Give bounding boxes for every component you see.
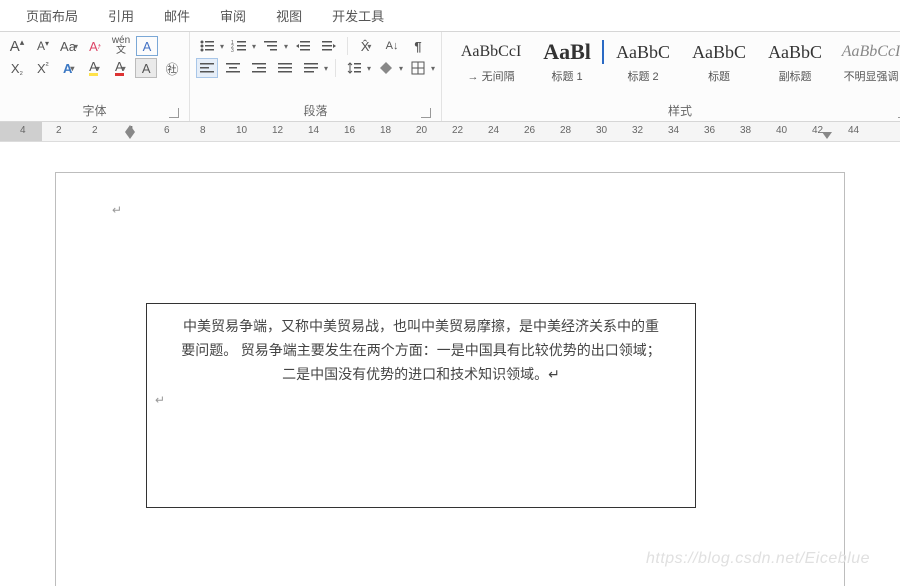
tab-view[interactable]: 视图 <box>274 4 304 27</box>
borders-dd[interactable]: ▾ <box>431 64 435 73</box>
pinyin-guide-button[interactable]: wén文 <box>110 36 132 56</box>
align-right-button[interactable] <box>248 58 270 78</box>
sort-button[interactable]: A↓ <box>381 36 403 56</box>
svg-text:3: 3 <box>231 48 234 53</box>
borders-button[interactable] <box>407 58 429 78</box>
shrink-font-button[interactable]: A▾ <box>32 36 54 56</box>
style-no-spacing[interactable]: AaBbCcI → 无间隔 <box>456 40 526 84</box>
group-font-label: 字体 <box>6 100 183 121</box>
page[interactable]: ↵ 中美贸易争端，又称中美贸易战，也叫中美贸易摩擦，是中美经济关系中的重要问题。… <box>55 172 845 586</box>
enclose-char-button[interactable]: ㊓ <box>161 58 183 78</box>
tab-developer[interactable]: 开发工具 <box>330 4 386 27</box>
show-marks-button[interactable]: ¶ <box>407 36 429 56</box>
char-border-button[interactable]: A <box>136 36 158 56</box>
group-paragraph: ▾ 123 ▾ ▾ X̂▾ A↓ ¶ <box>190 32 442 121</box>
document-area[interactable]: ↵ 中美贸易争端，又称中美贸易战，也叫中美贸易摩擦，是中美经济关系中的重要问题。… <box>0 142 900 586</box>
ribbon-tabs: 页面布局 引用 邮件 审阅 视图 开发工具 <box>0 0 900 32</box>
styles-gallery[interactable]: AaBbCcI → 无间隔 AaBl 标题 1 AaBbC 标题 2 AaBbC… <box>448 36 900 84</box>
multilevel-dd[interactable]: ▾ <box>284 42 288 51</box>
multilevel-button[interactable] <box>260 36 282 56</box>
font-dialog-launcher[interactable] <box>169 108 179 118</box>
align-left-button[interactable] <box>196 58 218 78</box>
style-subtle-emphasis[interactable]: AaBbCcI 不明显强调 <box>836 40 900 84</box>
bullets-dd[interactable]: ▾ <box>220 42 224 51</box>
paragraph-mark-icon: ↵ <box>155 390 165 410</box>
increase-indent-button[interactable] <box>318 36 340 56</box>
textbox-content[interactable]: 中美贸易争端，又称中美贸易战，也叫中美贸易摩擦，是中美经济关系中的重要问题。 贸… <box>181 320 661 383</box>
line-spacing-dd[interactable]: ▾ <box>367 64 371 73</box>
asian-layout-button[interactable]: X̂▾ <box>355 36 377 56</box>
font-color-button[interactable]: A▾ <box>109 58 131 78</box>
distribute-button[interactable] <box>300 58 322 78</box>
ribbon: A▴ A▾ Aa▾ A⭎ wén文 A X₂ X² A▾ A▾ A▾ A ㊓ 字… <box>0 32 900 122</box>
distribute-dd[interactable]: ▾ <box>324 64 328 73</box>
style-heading-2[interactable]: AaBbC 标题 2 <box>608 40 678 84</box>
superscript-button[interactable]: X² <box>32 58 54 78</box>
align-center-button[interactable] <box>222 58 244 78</box>
justify-button[interactable] <box>274 58 296 78</box>
char-shading-button[interactable]: A <box>135 58 157 78</box>
subscript-button[interactable]: X₂ <box>6 58 28 78</box>
numbering-button[interactable]: 123 <box>228 36 250 56</box>
style-heading-1[interactable]: AaBl 标题 1 <box>532 40 602 84</box>
style-title[interactable]: AaBbC 标题 <box>684 40 754 84</box>
group-paragraph-label: 段落 <box>196 100 435 121</box>
tab-review[interactable]: 审阅 <box>218 4 248 27</box>
line-spacing-button[interactable] <box>343 58 365 78</box>
paragraph-mark-icon: ↵ <box>112 203 122 217</box>
shading-dd[interactable]: ▾ <box>399 64 403 73</box>
paragraph-dialog-launcher[interactable] <box>421 108 431 118</box>
style-subtitle[interactable]: AaBbC 副标题 <box>760 40 830 84</box>
group-styles: AaBbCcI → 无间隔 AaBl 标题 1 AaBbC 标题 2 AaBbC… <box>442 32 900 121</box>
group-styles-label: 样式 <box>448 100 900 121</box>
highlight-button[interactable]: A▾ <box>84 58 106 78</box>
tab-page-layout[interactable]: 页面布局 <box>24 4 80 27</box>
group-font: A▴ A▾ Aa▾ A⭎ wén文 A X₂ X² A▾ A▾ A▾ A ㊓ 字… <box>0 32 190 121</box>
tab-mailings[interactable]: 邮件 <box>162 4 192 27</box>
clear-format-button[interactable]: A⭎ <box>84 36 106 56</box>
decrease-indent-button[interactable] <box>292 36 314 56</box>
horizontal-ruler[interactable]: 4224681012141618202224262830323436384042… <box>0 122 900 142</box>
text-box[interactable]: 中美贸易争端，又称中美贸易战，也叫中美贸易摩擦，是中美经济关系中的重要问题。 贸… <box>146 303 696 508</box>
tab-references[interactable]: 引用 <box>106 4 136 27</box>
bullets-button[interactable] <box>196 36 218 56</box>
change-case-button[interactable]: Aa▾ <box>58 36 80 56</box>
numbering-dd[interactable]: ▾ <box>252 42 256 51</box>
grow-font-button[interactable]: A▴ <box>6 36 28 56</box>
text-effects-button[interactable]: A▾ <box>58 58 80 78</box>
shading-button[interactable] <box>375 58 397 78</box>
